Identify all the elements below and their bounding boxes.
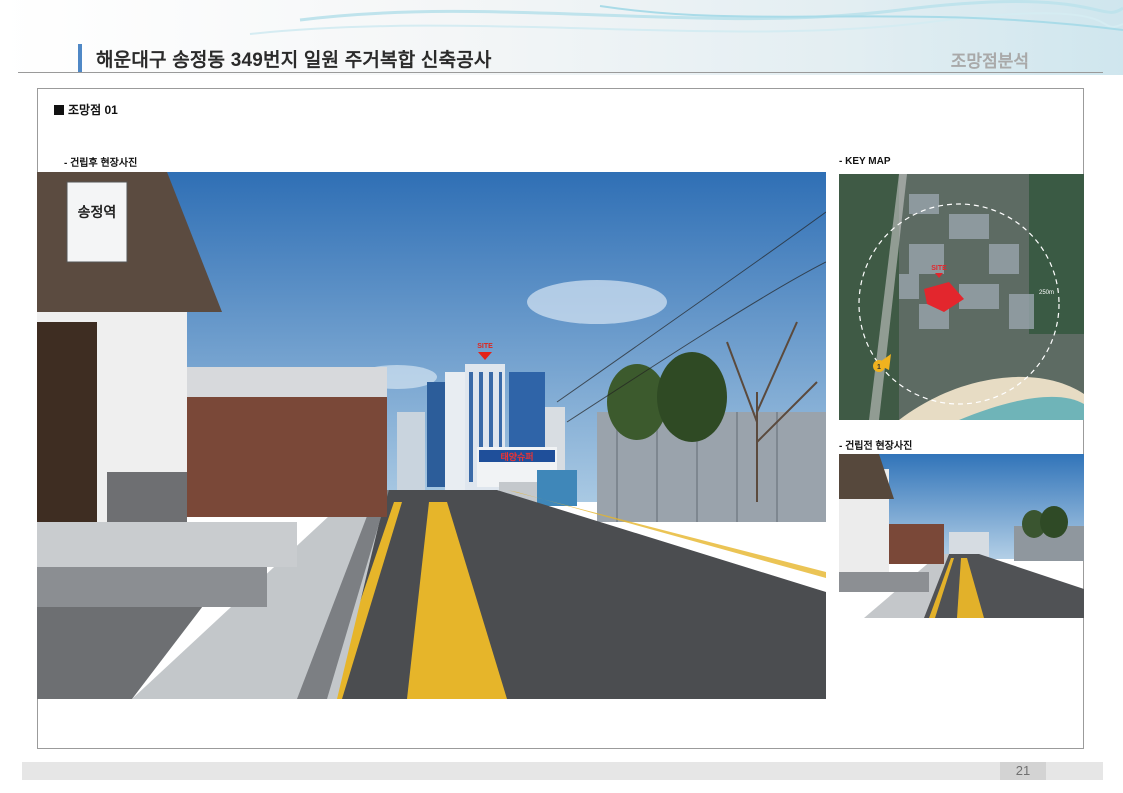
- shop-sign: 태양슈퍼: [500, 451, 533, 462]
- square-bullet-icon: [54, 104, 64, 115]
- header-divider: [18, 72, 1103, 73]
- keymap-radius-label: 250m: [1039, 290, 1054, 296]
- after-photo-label: - 건립후 현장사진: [64, 158, 138, 169]
- site-tag: SITE: [477, 343, 493, 350]
- keymap-site-tag: SITE: [931, 265, 947, 272]
- footer-bar: [22, 762, 1103, 780]
- station-sign: 송정역: [78, 204, 117, 220]
- before-construction-photo: [839, 454, 1084, 618]
- key-map: SITE 250m 1: [839, 174, 1084, 420]
- before-photo-label: - 건립전 현장사진: [839, 441, 913, 452]
- keymap-viewpoint-number: 1: [877, 364, 881, 371]
- section-title: 조망점분석: [950, 52, 1029, 71]
- header-accent-bar: [78, 44, 82, 72]
- page-title: 해운대구 송정동 349번지 일원 주거복합 신축공사: [96, 50, 492, 71]
- viewpoint-title: 조망점 01: [68, 103, 118, 117]
- viewpoint-heading: 조망점 01: [54, 101, 118, 118]
- page-number: 21: [1000, 762, 1046, 780]
- keymap-label: - KEY MAP: [839, 156, 891, 167]
- after-construction-photo: SITE 태양슈퍼 송정역: [37, 172, 826, 699]
